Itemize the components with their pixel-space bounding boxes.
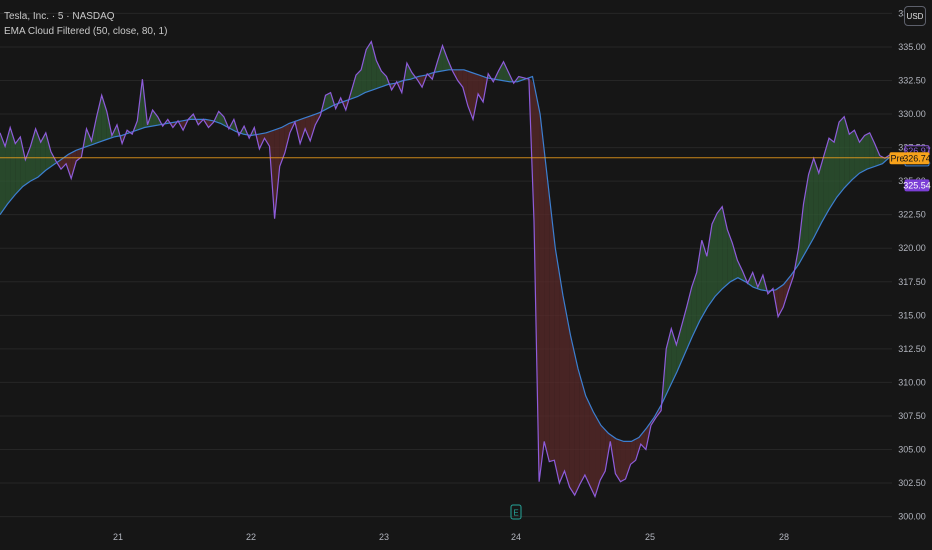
currency-button[interactable]: USD [904,6,926,26]
y-tick-label: 302.50 [898,478,926,488]
y-tick-label: 335.00 [898,42,926,52]
cloud-segment [589,404,596,497]
cloud-segment [544,150,550,462]
x-tick-label: 25 [645,532,655,542]
indicator-legend[interactable]: EMA Cloud Filtered (50, close, 80, 1) [4,26,167,37]
x-tick-label: 22 [246,532,256,542]
cloud-segment [559,273,565,484]
cloud-segment [849,130,855,183]
y-tick-label: 310.00 [898,377,926,387]
cloud-segment [15,136,21,195]
earnings-icon: E [513,509,518,518]
price-chart[interactable]: 300.00 302.50 305.00 307.50 310.00 312.50 315.… [0,0,932,550]
cloud-segment [839,116,845,195]
y-tick-label: 330.00 [898,109,926,119]
y-tick-label: 320.00 [898,243,926,253]
x-tick-label: 28 [779,532,789,542]
cloud-segment [717,206,723,295]
cloud-segment [574,353,580,496]
y-tick-label: 307.50 [898,411,926,421]
x-tick-label: 24 [511,532,521,542]
x-tick-label: 21 [113,532,123,542]
y-tick-label: 305.00 [898,444,926,454]
y-tick-label: 315.00 [898,310,926,320]
y-tick-label: 317.50 [898,277,926,287]
x-tick-label: 23 [379,532,389,542]
cloud-segment [620,440,626,482]
cloud-segment [864,132,870,171]
cloud-segment [569,330,575,496]
cloud-segment [828,138,835,210]
cloud-segment [564,303,570,488]
symbol-title[interactable]: Tesla, Inc. · 5 · NASDAQ [4,11,115,22]
cloud-segment [554,239,560,484]
price-tag-label: 326.74 [903,153,931,163]
cloud-segment [584,392,590,486]
y-tick-label: 312.50 [898,344,926,354]
y-tick-label: 332.50 [898,76,926,86]
y-tick-label: 322.50 [898,210,926,220]
cloud-segment [712,213,718,301]
cloud-segment [539,109,545,482]
price-tag-label: 325.54 [903,180,931,190]
y-tick-label: 300.00 [898,512,926,522]
